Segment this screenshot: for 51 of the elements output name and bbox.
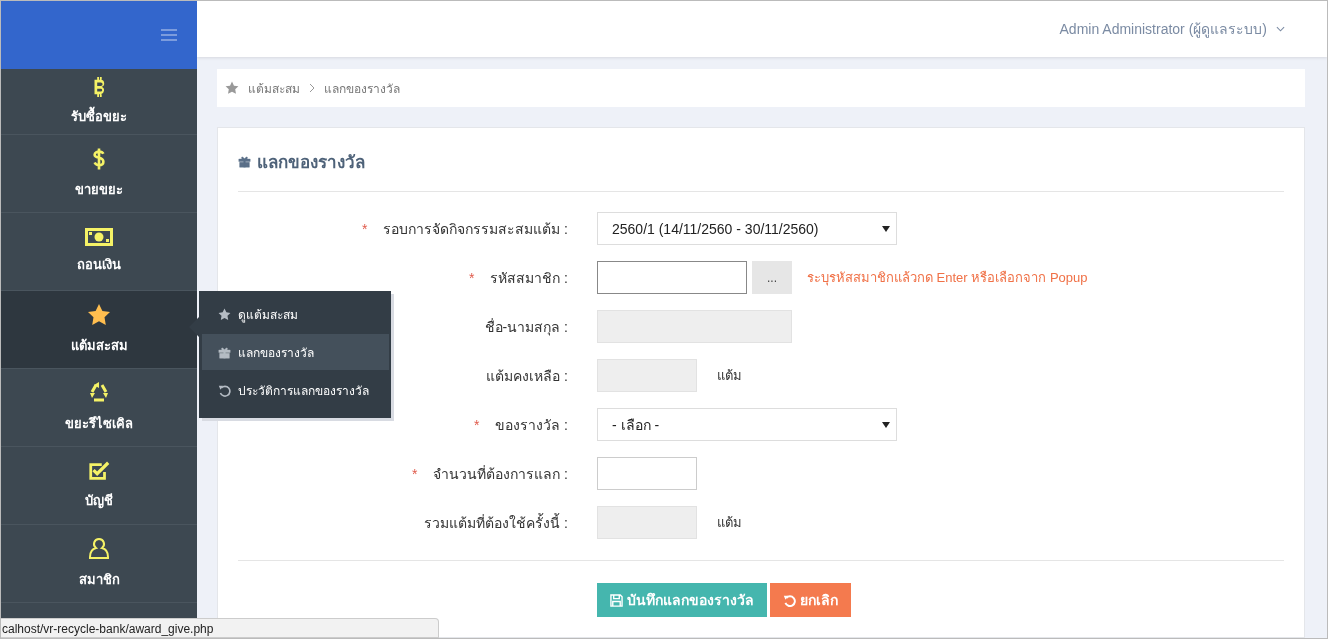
sidebar-item[interactable]: บัญชี: [1, 447, 197, 525]
undo-icon: [783, 593, 796, 607]
gift-icon: [238, 155, 251, 168]
caret-icon: [882, 421, 890, 428]
required-mark: *: [361, 220, 368, 237]
submenu-item[interactable]: ดูแต้มสะสม: [202, 296, 389, 332]
field-label: แต้มคงเหลือ :: [486, 367, 568, 384]
chevron-down-icon: [1276, 26, 1285, 32]
checkbox-icon: [88, 460, 110, 482]
unit-label: แต้ม: [717, 367, 742, 385]
breadcrumb-item: แลกของรางวัล: [324, 80, 400, 98]
submenu-item[interactable]: ประวัติการแลกของรางวัล: [202, 372, 389, 408]
menu-icon[interactable]: [161, 29, 177, 41]
hint-text: ระบุรหัสสมาชิกแล้วกด Enter หรือเลือกจาก Popup: [807, 269, 1088, 288]
user-icon: [87, 537, 111, 561]
field-label: รวมแต้มที่ต้องใช้ครั้งนี้ :: [424, 514, 568, 531]
field-label: รอบการจัดกิจกรรมสะสมแต้ม :: [383, 220, 568, 237]
user-menu[interactable]: Admin Administrator (ผู้ดูแลระบบ): [1053, 17, 1291, 41]
sidebar-item[interactable]: สมาชิก: [1, 525, 197, 603]
status-url: calhost/vr-recycle-bank/award_give.php: [1, 618, 439, 638]
input-field[interactable]: [597, 457, 697, 490]
required-mark: *: [411, 465, 418, 482]
sidebar-item[interactable]: แต้มสะสม: [1, 291, 197, 369]
field-label: จำนวนที่ต้องการแลก :: [433, 465, 568, 482]
gift-icon: [218, 345, 231, 359]
required-mark: *: [468, 269, 475, 286]
field-label: ของรางวัล :: [495, 416, 568, 433]
undo-icon: [218, 383, 231, 397]
sidebar-item[interactable]: รับซื้อขยะ: [1, 69, 197, 135]
caret-icon: [882, 225, 890, 232]
lookup-button[interactable]: ...: [752, 261, 792, 294]
floppy-icon: [610, 593, 623, 607]
banknote-icon: [85, 228, 113, 246]
field-label: ชื่อ-นามสกุล :: [484, 318, 568, 335]
dollar-icon: [92, 147, 106, 171]
submenu-item[interactable]: แลกของรางวัล: [202, 334, 389, 370]
unit-label: แต้ม: [717, 514, 742, 532]
input-field[interactable]: [597, 261, 747, 294]
sidebar-item[interactable]: ขยะรีไซเคิล: [1, 369, 197, 447]
star-icon: [87, 303, 111, 327]
dropdown[interactable]: - เลือก -: [597, 408, 897, 441]
breadcrumb-item[interactable]: แต้มสะสม: [248, 78, 300, 98]
required-mark: *: [473, 416, 480, 433]
star-icon: [218, 307, 231, 321]
recycle-icon: [87, 381, 111, 405]
star-icon: [225, 81, 239, 95]
sidebar-item[interactable]: ขายขยะ: [1, 135, 197, 213]
chevron-right-icon: [309, 83, 315, 93]
field-label: รหัสสมาชิก :: [490, 269, 568, 286]
dropdown[interactable]: 2560/1 (14/11/2560 - 30/11/2560): [597, 212, 897, 245]
panel-title: แลกของรางวัล: [257, 152, 365, 174]
